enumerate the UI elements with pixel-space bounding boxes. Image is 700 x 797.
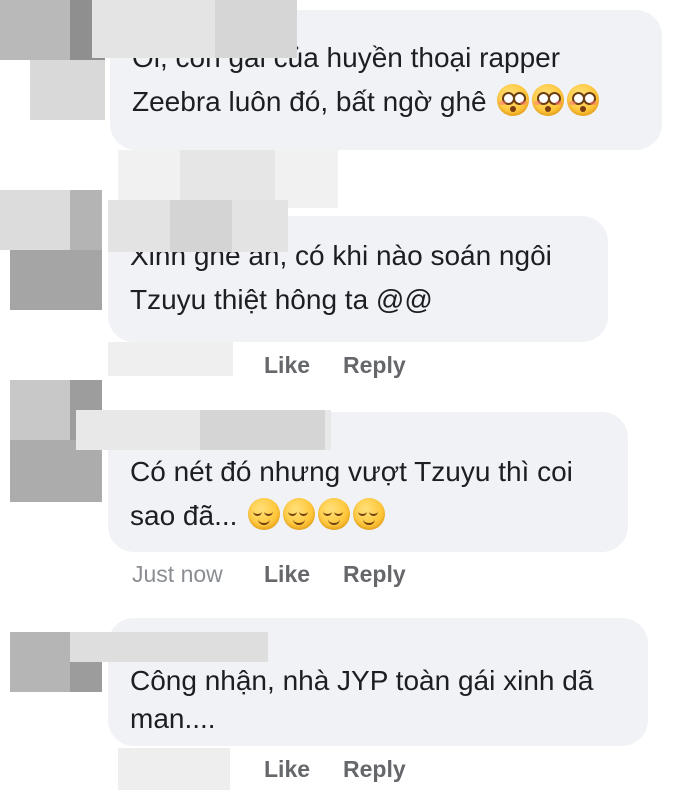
like-button[interactable]: Like [264,756,310,783]
blurred-timestamp [108,342,233,376]
blurred-name [200,410,325,450]
reply-button[interactable]: Reply [343,756,406,783]
like-button[interactable]: Like [264,352,310,379]
relieved-face-icon [283,498,316,530]
blurred-avatar [0,0,70,60]
blurred-name [170,200,232,252]
comment-text: man.... [130,703,216,734]
comment-text: Zeebra luôn đó, bất ngờ ghê [132,86,487,117]
blurred-avatar [10,250,102,310]
reply-button[interactable]: Reply [343,352,406,379]
blurred-avatar [10,632,70,692]
comment-text: Có nét đó nhưng vượt Tzuyu thì coi [130,456,573,487]
blurred-timestamp [118,748,230,790]
comment-text: Công nhận, nhà JYP toàn gái xinh dã [130,665,594,696]
reply-button[interactable]: Reply [343,561,406,588]
flushed-face-icon [532,84,565,116]
blurred-avatar [0,190,70,250]
relieved-face-icon [318,498,351,530]
relieved-face-icon [353,498,386,530]
flushed-face-icon [567,84,600,116]
blurred-avatar [70,190,102,250]
timestamp: Just now [132,561,223,587]
like-button[interactable]: Like [264,561,310,588]
blurred-avatar [30,60,105,120]
comment-text: Tzuyu thiệt hông ta @@ [130,284,433,315]
blurred-name [70,632,268,662]
blurred-name [215,0,297,58]
relieved-face-icon [248,498,281,530]
blurred-avatar [10,380,70,440]
comment-text: sao đã... [130,500,238,531]
flushed-face-icon [497,84,530,116]
